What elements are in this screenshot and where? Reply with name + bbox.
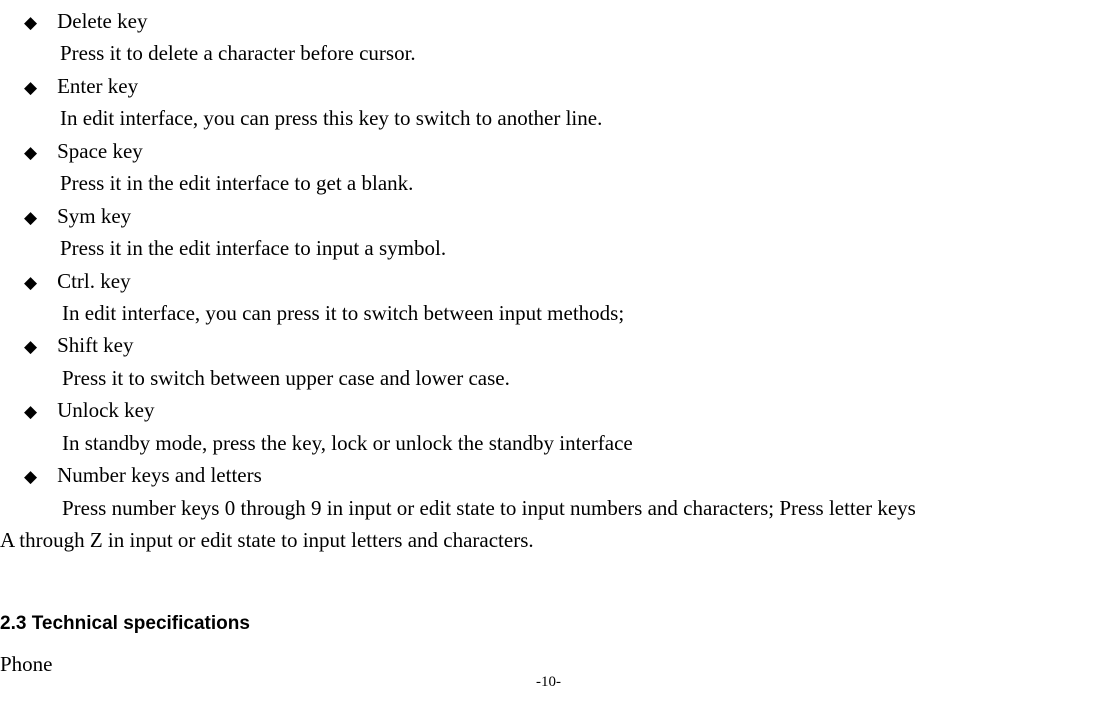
bullet-title: Number keys and letters — [57, 460, 262, 490]
document-content: ◆ Delete key Press it to delete a charac… — [0, 0, 1097, 680]
diamond-icon: ◆ — [24, 205, 37, 231]
list-item: ◆ Space key — [0, 136, 1097, 166]
bullet-title: Ctrl. key — [57, 266, 131, 296]
list-item: ◆ Enter key — [0, 71, 1097, 101]
bullet-description: In standby mode, press the key, lock or … — [0, 428, 1097, 458]
bullet-description: In edit interface, you can press this ke… — [0, 103, 1097, 133]
list-item: ◆ Ctrl. key — [0, 266, 1097, 296]
list-item: ◆ Delete key — [0, 6, 1097, 36]
diamond-icon: ◆ — [24, 334, 37, 360]
bullet-title: Sym key — [57, 201, 131, 231]
bullet-description: Press it in the edit interface to get a … — [0, 168, 1097, 198]
bullet-title: Space key — [57, 136, 143, 166]
bullet-description: Press it to switch between upper case an… — [0, 363, 1097, 393]
bullet-description: Press number keys 0 through 9 in input o… — [0, 493, 1097, 523]
diamond-icon: ◆ — [24, 464, 37, 490]
bullet-description: Press it to delete a character before cu… — [0, 38, 1097, 68]
list-item: ◆ Sym key — [0, 201, 1097, 231]
diamond-icon: ◆ — [24, 75, 37, 101]
diamond-icon: ◆ — [24, 399, 37, 425]
bullet-description: Press it in the edit interface to input … — [0, 233, 1097, 263]
bullet-title: Unlock key — [57, 395, 154, 425]
list-item: ◆ Number keys and letters — [0, 460, 1097, 490]
section-heading: 2.3 Technical specifications — [0, 613, 1097, 635]
diamond-icon: ◆ — [24, 270, 37, 296]
bullet-title: Enter key — [57, 71, 138, 101]
bullet-title: Shift key — [57, 330, 133, 360]
page-number: -10- — [0, 674, 1097, 691]
list-item: ◆ Shift key — [0, 330, 1097, 360]
diamond-icon: ◆ — [24, 140, 37, 166]
bullet-description: In edit interface, you can press it to s… — [0, 298, 1097, 328]
diamond-icon: ◆ — [24, 10, 37, 36]
list-item: ◆ Unlock key — [0, 395, 1097, 425]
paragraph-continuation: A through Z in input or edit state to in… — [0, 525, 1097, 555]
bullet-title: Delete key — [57, 6, 147, 36]
